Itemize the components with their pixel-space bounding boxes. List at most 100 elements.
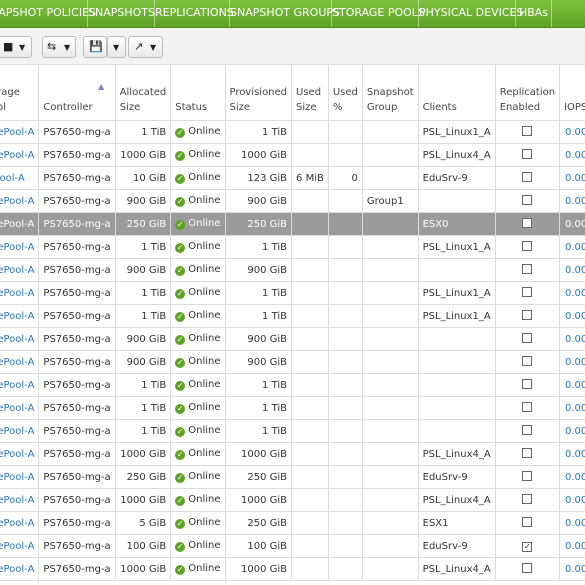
view-menu-button[interactable]: ■ ▼ [0, 36, 32, 58]
table-row[interactable]: gePool-APS7650-mg-a1000 GiB✓Online1000 G… [0, 557, 585, 581]
clients-cell: EduSrv-9 [417, 166, 496, 190]
online-check-icon: ✓ [175, 427, 186, 437]
table-row[interactable]: gePool-APS7650-mg-a900 GiB✓Online900 GiB… [0, 258, 585, 282]
online-check-icon: ✓ [175, 312, 186, 322]
tab-physical-devices[interactable]: PHYSICAL DEVICES [419, 0, 523, 27]
online-check-icon: ✓ [175, 450, 186, 460]
column-header-allocated[interactable]: Allocated Size [114, 64, 172, 121]
table-row[interactable]: gePool-APS7650-mg-a250 GiB✓Online250 GiB… [0, 212, 585, 236]
table-row[interactable]: gePool-APS7650-mg-a5 GiB✓Online250 GiB ES… [0, 511, 585, 535]
clients-cell [417, 419, 496, 443]
tab-snapshot-groups[interactable]: SNAPSHOT GROUPS [230, 0, 340, 27]
replication-checkbox[interactable] [522, 470, 533, 481]
used-size-cell [291, 120, 329, 144]
table-row[interactable]: lPool-APS7650-mg-a10 GiB✓Online123 GiB6 … [0, 166, 585, 190]
used-percent-cell [327, 304, 363, 328]
export-button[interactable]: ↗ ▼ [128, 36, 163, 58]
view-menu-icon: ■ [3, 40, 14, 53]
replication-checkbox[interactable] [522, 378, 533, 389]
used-size-cell [291, 511, 329, 535]
controller-cell: PS7650-mg-a [38, 120, 116, 144]
provisioned-size-cell: 250 GiB [224, 511, 293, 535]
column-header-snapshot-group[interactable]: Snapshot Group [361, 64, 419, 121]
column-header-replication[interactable]: Replication Enabled [494, 64, 561, 121]
controller-cell: PS7650-mg-a [38, 534, 116, 558]
replication-checkbox[interactable] [522, 125, 533, 136]
table-row[interactable]: gePool-APS7650-mg-a1000 GiB✓Online1000 G… [0, 488, 585, 512]
sort-ascending-icon[interactable]: ▲ [98, 82, 104, 91]
table-row[interactable]: gePool-APS7650-mg-a900 GiB✓Online900 GiB… [0, 189, 585, 213]
snapshot-group-cell [361, 488, 419, 512]
table-row[interactable]: gePool-APS7650-mg-a1 TiB✓Online1 TiB0.00 [0, 396, 585, 420]
replication-checkbox[interactable] [522, 171, 533, 182]
tab-snapshots[interactable]: SNAPSHOTS [88, 0, 155, 27]
pool-cell: lPool-A [0, 166, 40, 190]
table-row[interactable]: gePool-APS7650-mg-a900 GiB✓Online900 GiB… [0, 350, 585, 374]
tab-storage-pools[interactable]: STORAGE POOLS [332, 0, 425, 27]
status-label: Online [188, 264, 221, 275]
provisioned-size-cell: 100 GiB [224, 534, 293, 558]
iops-cell: 0.00 [559, 166, 585, 190]
table-row[interactable]: gePool-APS7650-mg-a1 TiB✓Online1 TiBPSL_… [0, 304, 585, 328]
replication-checkbox[interactable] [522, 263, 533, 274]
table-row[interactable]: gePool-APS7650-mg-a1000 GiB✓Online1000 G… [0, 143, 585, 167]
replication-checkbox[interactable] [522, 286, 533, 297]
iops-cell: 0.00 [559, 419, 585, 443]
allocated-size-cell: 250 GiB [114, 212, 172, 236]
iops-cell: 0.00 [559, 212, 585, 236]
replication-checkbox[interactable] [522, 217, 533, 228]
pool-cell: gePool-A [0, 511, 40, 535]
status-cell: ✓ Online [170, 373, 226, 397]
replication-checkbox[interactable] [522, 240, 533, 251]
replication-cell [494, 488, 561, 512]
table-row[interactable]: gePool-APS7650-mg-a1 TiB✓Online1 TiBPSL_… [0, 120, 585, 144]
tab-napshot-policies[interactable]: NAPSHOT POLICIES [0, 0, 96, 27]
replication-checkbox[interactable] [522, 516, 533, 527]
table-row[interactable]: gePool-APS7650-mg-a100 GiB✓Online100 GiB… [0, 534, 585, 558]
column-header-pool[interactable]: orage ool [0, 64, 40, 121]
allocated-size-cell: 1000 GiB [114, 442, 172, 466]
save-dropdown-button[interactable]: ▼ [107, 36, 126, 58]
online-check-icon: ✓ [175, 335, 186, 345]
online-check-icon: ✓ [175, 496, 186, 506]
replication-checkbox[interactable] [522, 194, 533, 205]
table-row[interactable]: gePool-APS7650-mg-a900 GiB✓Online900 GiB… [0, 327, 585, 351]
column-header-status[interactable]: Status [170, 64, 226, 121]
table-row[interactable]: gePool-APS7650-mg-a1 TiB✓Online1 TiBPSL_… [0, 235, 585, 259]
replication-checkbox[interactable] [522, 401, 533, 412]
replication-checkbox[interactable] [522, 309, 533, 320]
online-check-icon: ✓ [175, 128, 186, 138]
swap-button[interactable]: ⇆ ▼ [42, 36, 76, 58]
top-tab-bar: NAPSHOT POLICIES SNAPSHOTS REPLICATIONS SNA… [0, 0, 585, 28]
column-header-iops[interactable]: IOPS [559, 64, 585, 121]
replication-checkbox[interactable] [522, 424, 533, 435]
tab-hbas[interactable]: HBAs [516, 0, 552, 27]
replication-checkbox[interactable] [522, 562, 533, 573]
replication-checkbox[interactable] [522, 493, 533, 504]
allocated-size-cell: 1 TiB [114, 235, 172, 259]
table-row[interactable]: gePool-APS7650-mg-a250 GiB✓Online250 GiB… [0, 465, 585, 489]
used-size-cell [291, 235, 329, 259]
column-header-used-pct[interactable]: Used % [327, 64, 363, 121]
table-row[interactable]: gePool-APS7650-mg-a1 TiB✓Online1 TiB0.00 [0, 419, 585, 443]
column-header-used-size[interactable]: Used Size [291, 64, 329, 121]
online-check-icon: ✓ [175, 289, 186, 299]
column-header-controller[interactable]: Controller [38, 64, 116, 121]
table-row[interactable]: gePool-APS7650-mg-a1000 GiB✓Online1000 G… [0, 442, 585, 466]
tab-replications[interactable]: REPLICATIONS [155, 0, 234, 27]
replication-checkbox[interactable] [522, 355, 533, 366]
table-row[interactable]: gePool-APS7650-mg-a1 TiB✓Online1 TiBPSL_… [0, 281, 585, 305]
replication-checkbox[interactable]: ✓ [522, 541, 533, 552]
table-row[interactable]: gePool-APS7650-mg-a1 TiB✓Online1 TiB0.00 [0, 373, 585, 397]
save-button[interactable]: 💾 [83, 36, 107, 58]
iops-cell: 0.00 [559, 534, 585, 558]
replication-checkbox[interactable] [522, 332, 533, 343]
replication-cell [494, 120, 561, 144]
column-header-clients[interactable]: Clients [417, 64, 496, 121]
iops-cell: 0.00 [559, 442, 585, 466]
tab-overflow[interactable] [552, 0, 585, 27]
replication-checkbox[interactable] [522, 148, 533, 159]
replication-checkbox[interactable] [522, 447, 533, 458]
column-header-provisioned[interactable]: Provisioned Size [224, 64, 293, 121]
snapshot-group-cell [361, 442, 419, 466]
